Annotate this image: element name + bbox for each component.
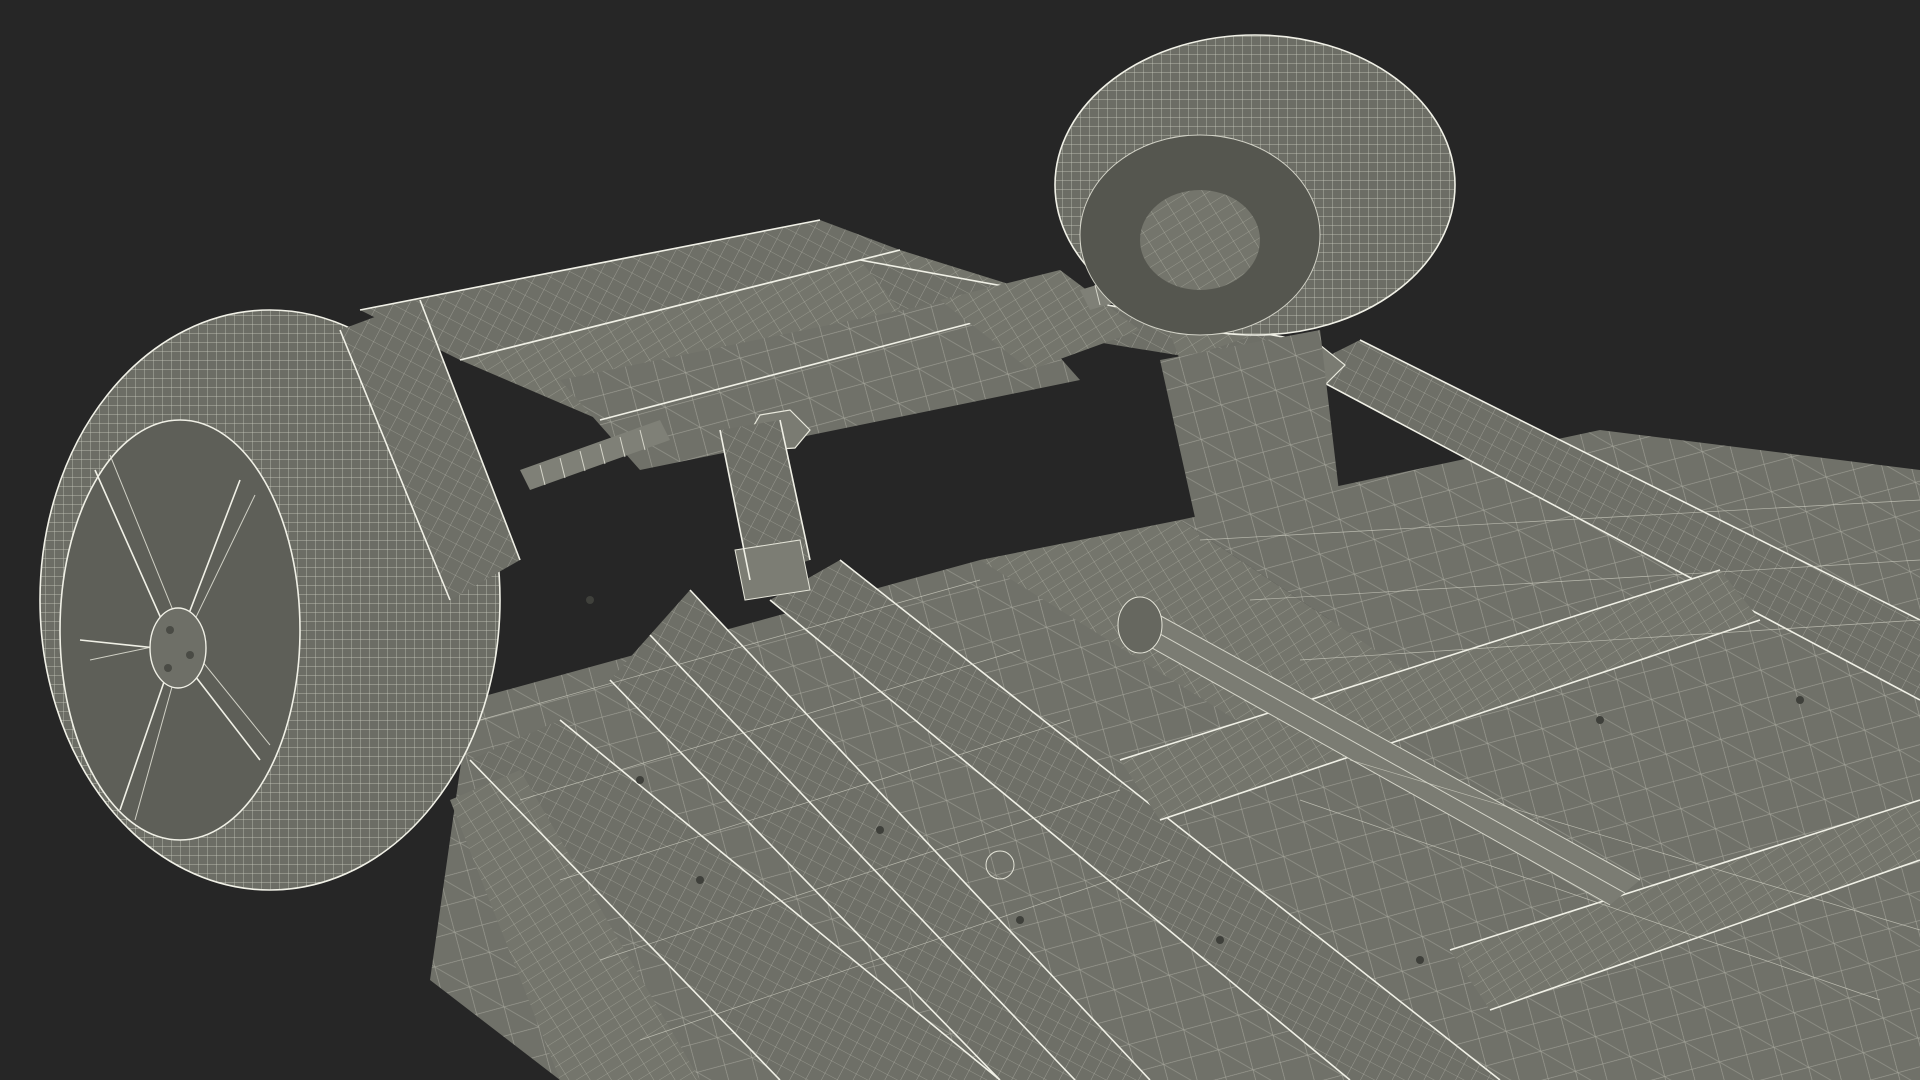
- wireframe-viewport: [39, 34, 1920, 1080]
- rear-right-wheel: [1054, 34, 1456, 336]
